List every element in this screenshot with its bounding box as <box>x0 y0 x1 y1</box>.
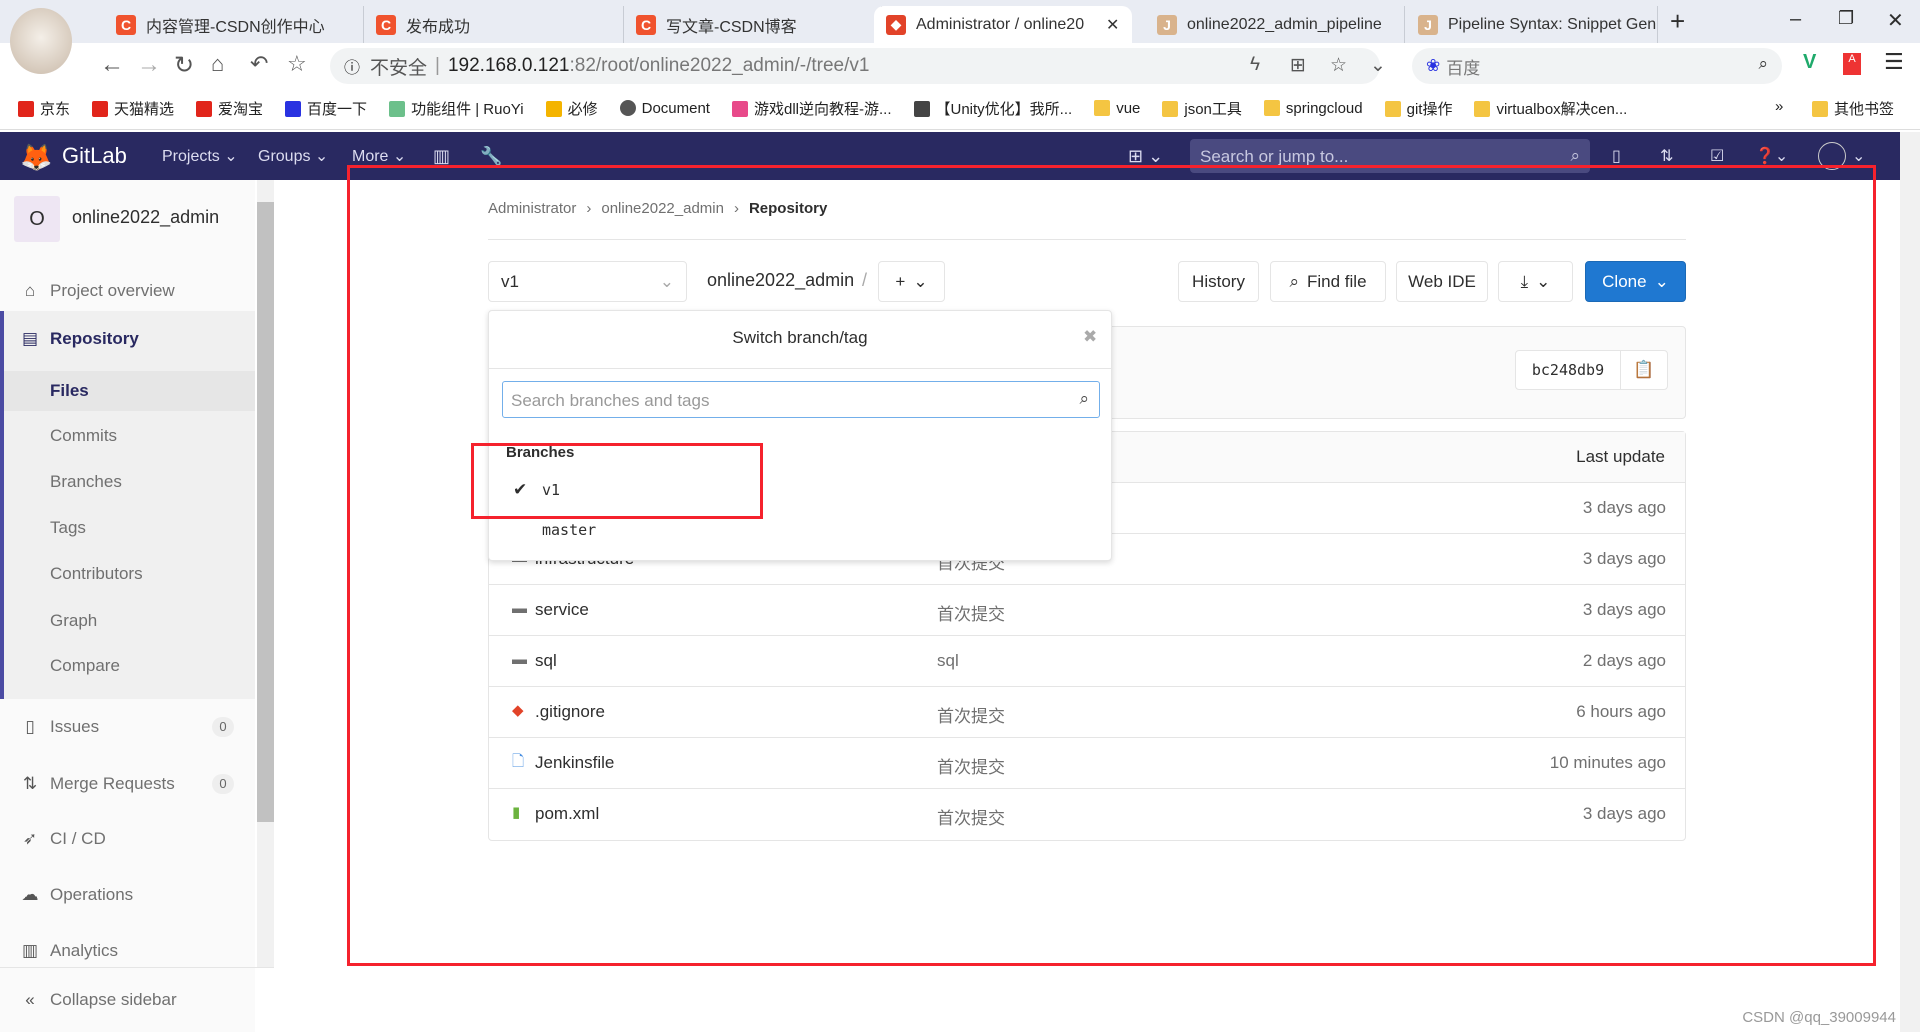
restore-icon[interactable]: ❐ <box>1838 8 1854 29</box>
csdn-icon: C <box>636 14 656 35</box>
profile-avatar[interactable] <box>10 8 72 74</box>
browser-tab[interactable]: J Pipeline Syntax: Snippet Gen <box>1406 6 1658 43</box>
bookmark[interactable]: 京东 <box>18 98 70 119</box>
home-icon: ⌂ <box>24 281 36 300</box>
browser-tab[interactable]: C 发布成功 <box>364 6 624 43</box>
sidebar-item-branches[interactable]: Branches <box>0 462 255 502</box>
baidu-icon: ❀ <box>1426 56 1441 75</box>
bookmark[interactable]: 【Unity优化】我所... <box>913 98 1072 119</box>
close-tab-icon[interactable]: ✕ <box>1106 15 1119 35</box>
sidebar-item-merge-requests[interactable]: ⇅ Merge Requests 0 <box>0 761 255 807</box>
merge-request-icon[interactable]: ⇅ <box>1660 146 1673 166</box>
sidebar-item-compare[interactable]: Compare <box>0 646 255 686</box>
merge-request-icon: ⇅ <box>22 774 38 793</box>
nav-projects[interactable]: Projects ⌄ <box>162 146 238 166</box>
sidebar-item-graph[interactable]: Graph <box>0 601 255 641</box>
csdn-icon: C <box>116 14 136 35</box>
more-bookmarks-button[interactable]: » <box>1775 98 1783 115</box>
activity-chart-icon[interactable]: ▥ <box>433 146 450 167</box>
project-avatar: O <box>14 196 60 242</box>
translate-icon[interactable]: ⊞ <box>1290 54 1306 77</box>
bookmark-folder[interactable]: json工具 <box>1162 98 1242 119</box>
chevron-down-icon[interactable]: ⌄ <box>1852 146 1865 166</box>
address-bar-row: ← → ↻ ⌂ ↶ ☆ ⓘ 不安全 | 192.168.0.121:82/root… <box>0 43 1920 88</box>
issues-icon[interactable]: ▯ <box>1612 146 1621 166</box>
wrench-icon[interactable]: 🔧 <box>480 146 502 167</box>
search-icon[interactable]: ⌕ <box>1758 54 1768 74</box>
help-icon[interactable]: ❓⌄ <box>1755 146 1788 166</box>
bookmarks-bar: 京东 天猫精选 爱淘宝 百度一下 功能组件 | RuoYi 必修 Documen… <box>0 88 1920 130</box>
bookmark[interactable]: Document <box>619 100 710 117</box>
other-bookmarks-folder[interactable]: 其他书签 <box>1812 98 1894 119</box>
info-icon: ⓘ <box>344 60 361 77</box>
double-chevron-left-icon: « <box>25 990 35 1009</box>
nav-more[interactable]: More ⌄ <box>352 146 406 166</box>
browser-search-input[interactable]: ❀ 百度 ⌕ <box>1412 48 1782 84</box>
back-icon[interactable]: ← <box>100 51 124 79</box>
reload-icon[interactable]: ↻ <box>174 51 194 80</box>
annotation-box <box>347 165 1876 966</box>
sidebar: O online2022_admin ⌂ Project overview ▤ Re… <box>0 180 274 1032</box>
sidebar-item-files[interactable]: Files <box>4 371 255 411</box>
star-icon[interactable]: ☆ <box>287 51 307 77</box>
vue-devtools-icon[interactable]: V <box>1803 51 1816 74</box>
browser-tab-active[interactable]: ◆ Administrator / online20 ✕ <box>874 6 1132 43</box>
rocket-icon: ➶ <box>22 829 38 848</box>
sidebar-item-contributors[interactable]: Contributors <box>0 554 255 594</box>
bookmark-folder[interactable]: vue <box>1094 100 1140 117</box>
close-window-icon[interactable]: ✕ <box>1887 8 1904 33</box>
gitlab-logo-icon[interactable]: 🦊 <box>20 142 52 173</box>
bookmark[interactable]: 百度一下 <box>285 98 367 119</box>
sidebar-item-repository[interactable]: ▤ Repository <box>0 316 255 362</box>
sidebar-scrollbar[interactable] <box>257 180 274 967</box>
undo-icon[interactable]: ↶ <box>250 51 268 77</box>
cloud-gear-icon: ☁ <box>21 885 39 904</box>
sidebar-item-commits[interactable]: Commits <box>0 416 255 456</box>
browser-tab-strip: C 内容管理-CSDN创作中心 C 发布成功 C 写文章-CSDN博客 ◆ Admini… <box>0 0 1920 74</box>
nav-groups[interactable]: Groups ⌄ <box>258 146 328 166</box>
bookmark[interactable]: 必修 <box>545 98 598 119</box>
watermark: CSDN @qq_39009944 <box>1742 1009 1896 1026</box>
bookmark[interactable]: 爱淘宝 <box>196 98 263 119</box>
browser-tab[interactable]: Jonline2022_admin_pipeline <box>1145 6 1405 43</box>
collapse-sidebar-button[interactable]: «Collapse sidebar <box>0 967 274 1032</box>
bookmark-folder[interactable]: git操作 <box>1384 98 1452 119</box>
bookmark[interactable]: 天猫精选 <box>92 98 174 119</box>
chevron-down-icon[interactable]: ⌄ <box>1370 54 1386 77</box>
browser-tab[interactable]: C 写文章-CSDN博客 <box>624 6 882 43</box>
bookmark-folder[interactable]: virtualbox解决cen... <box>1474 98 1627 119</box>
url-input[interactable]: ⓘ 不安全 | 192.168.0.121:82/root/online2022_… <box>330 48 1386 84</box>
bookmark[interactable]: 游戏dll逆向教程-游... <box>731 98 892 119</box>
sidebar-item-tags[interactable]: Tags <box>0 508 255 548</box>
home-icon[interactable]: ⌂ <box>211 51 224 77</box>
gitlab-brand[interactable]: GitLab <box>62 143 127 169</box>
sidebar-item-issues[interactable]: ▯ Issues 0 <box>0 704 255 750</box>
sidebar-item-cicd[interactable]: ➶ CI / CD <box>0 816 255 862</box>
jenkins-icon: J <box>1157 14 1177 35</box>
menu-icon[interactable]: ☰ <box>1884 49 1904 75</box>
page-scrollbar[interactable] <box>1900 132 1920 1032</box>
annotation-box-branches <box>471 443 763 519</box>
sidebar-item-operations[interactable]: ☁ Operations <box>0 872 255 918</box>
issues-icon: ▯ <box>25 717 35 736</box>
search-icon: ⌕ <box>1570 146 1580 165</box>
csdn-icon: C <box>376 14 396 35</box>
bookmark[interactable]: 功能组件 | RuoYi <box>389 98 524 119</box>
new-tab-icon[interactable]: + <box>1670 6 1685 37</box>
forward-icon[interactable]: → <box>137 51 161 79</box>
chart-icon: ▥ <box>21 941 39 960</box>
document-icon: ▤ <box>21 329 39 348</box>
gitlab-icon: ◆ <box>886 14 906 35</box>
lightning-icon[interactable]: ϟ <box>1250 54 1260 76</box>
pdf-icon[interactable]: A <box>1843 53 1861 75</box>
bookmark-star-icon[interactable]: ☆ <box>1330 54 1347 77</box>
minimize-icon[interactable]: – <box>1790 8 1801 31</box>
new-plus-icon[interactable]: ⊞ ⌄ <box>1128 146 1163 167</box>
browser-tab[interactable]: C 内容管理-CSDN创作中心 <box>104 6 364 43</box>
jenkins-icon: J <box>1418 14 1438 35</box>
bookmark-folder[interactable]: springcloud <box>1263 100 1363 117</box>
todo-icon[interactable]: ☑ <box>1710 146 1724 166</box>
sidebar-item-overview[interactable]: ⌂ Project overview <box>0 268 255 314</box>
project-name[interactable]: online2022_admin <box>72 207 219 228</box>
